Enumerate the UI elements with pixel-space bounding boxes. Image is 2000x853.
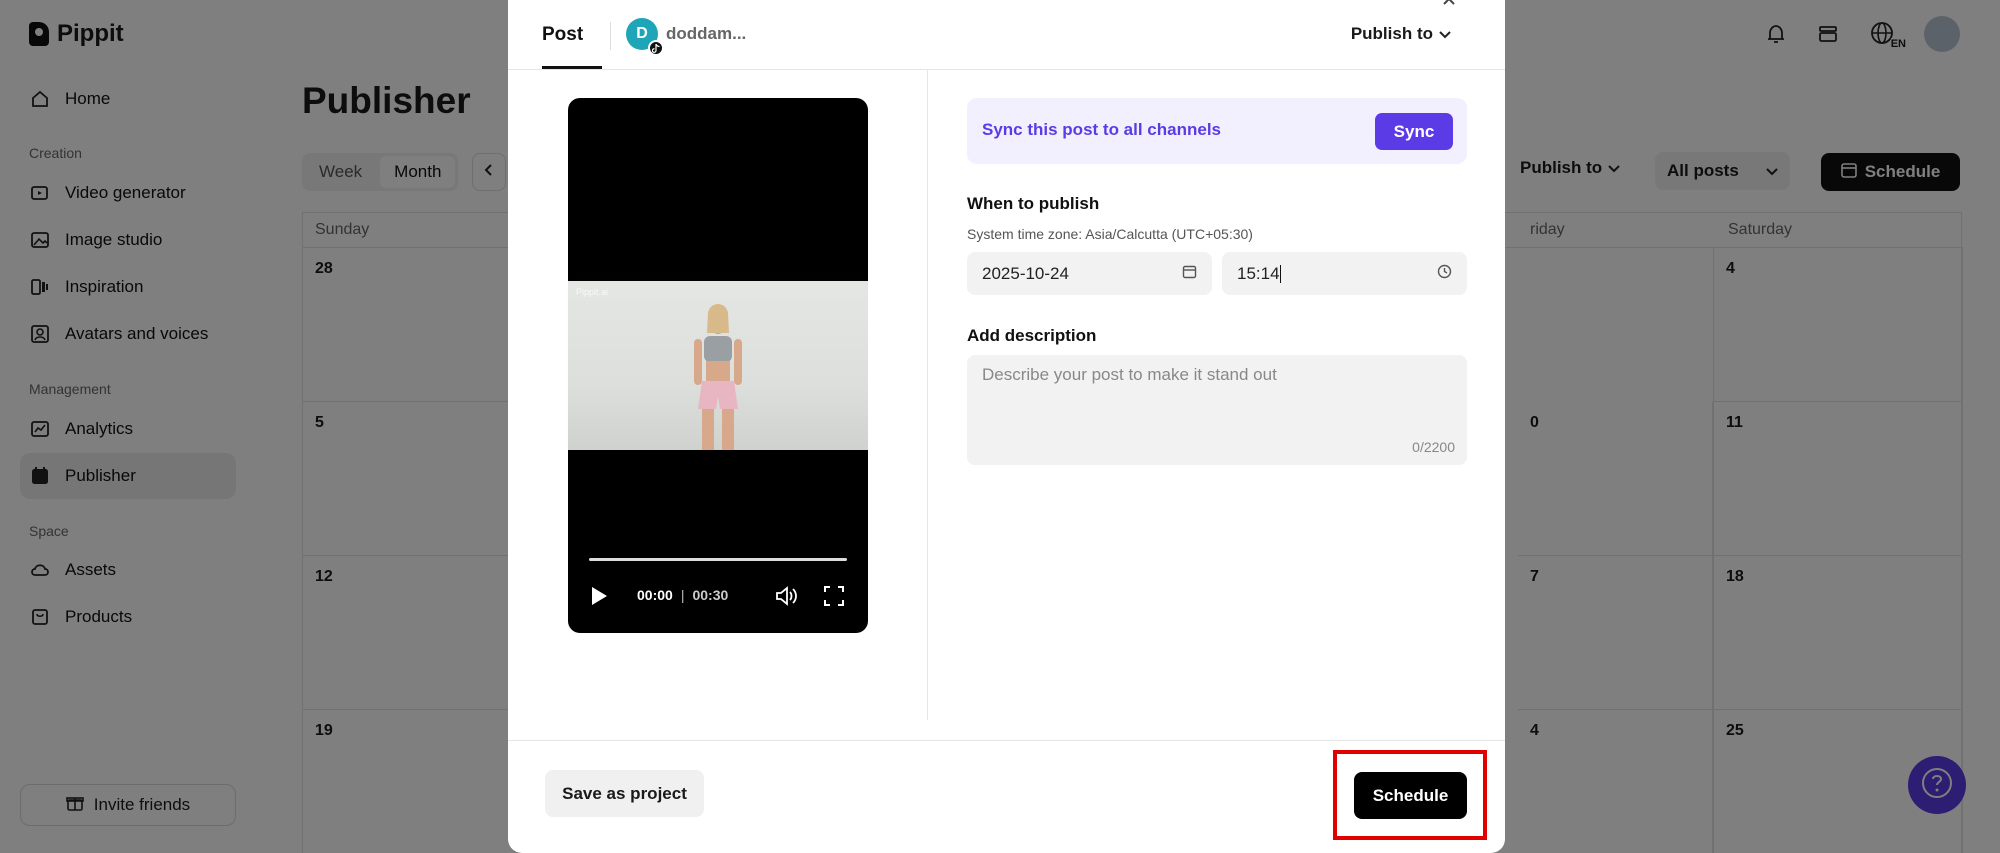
tiktok-icon <box>648 40 664 56</box>
highlight-box <box>1333 750 1487 840</box>
sync-banner: Sync this post to all channels Sync <box>967 98 1467 164</box>
sync-button[interactable]: Sync <box>1375 113 1453 150</box>
current-time: 00:00 <box>637 587 673 603</box>
video-preview-pane: Pippit.ai 00:00 | 00:30 <box>508 70 928 720</box>
tab-active-indicator <box>542 66 602 69</box>
when-to-publish-label: When to publish <box>967 194 1100 213</box>
char-counter: 0/2200 <box>1412 439 1455 455</box>
description-placeholder: Describe your post to make it stand out <box>982 365 1277 384</box>
description-input[interactable]: Describe your post to make it stand out … <box>967 355 1467 465</box>
timezone-text: System time zone: Asia/Calcutta (UTC+05:… <box>967 226 1253 242</box>
time-text: 15:14 <box>1237 263 1280 283</box>
tab-channel[interactable]: D doddam... <box>626 18 747 56</box>
time-picker[interactable]: 15:14 <box>1222 252 1467 295</box>
duration: 00:30 <box>692 587 729 603</box>
schedule-post-modal: Post D doddam... Publish to Pippit.ai 00… <box>508 0 1505 853</box>
post-settings-pane: Sync this post to all channels Sync When… <box>928 70 1505 720</box>
divider <box>610 22 611 50</box>
date-picker[interactable]: 2025-10-24 <box>967 252 1212 295</box>
modal-tabbar: Post D doddam... Publish to <box>508 0 1505 70</box>
channel-initial: D <box>636 25 648 42</box>
clock-icon <box>1437 264 1452 284</box>
video-time: 00:00 | 00:30 <box>637 587 728 603</box>
fullscreen-icon[interactable] <box>823 585 845 607</box>
text-cursor <box>1279 265 1281 284</box>
tab-post[interactable]: Post <box>542 24 583 46</box>
volume-icon[interactable] <box>775 585 799 607</box>
play-icon[interactable] <box>589 585 609 607</box>
date-value: 2025-10-24 <box>982 263 1069 283</box>
chevron-down-icon <box>1439 24 1451 44</box>
channel-name: doddam... <box>666 24 747 43</box>
channel-avatar: D <box>626 18 664 56</box>
publish-to-dropdown[interactable]: Publish to <box>1351 24 1451 44</box>
time-separator: | <box>680 587 685 603</box>
calendar-icon <box>1182 264 1197 284</box>
save-as-project-button[interactable]: Save as project <box>545 770 704 817</box>
video-progress-bar[interactable] <box>589 558 847 561</box>
video-frame: Pippit.ai <box>568 281 868 450</box>
time-value: 15:14 <box>1237 264 1281 284</box>
add-description-label: Add description <box>967 326 1097 345</box>
video-player[interactable]: Pippit.ai 00:00 | 00:30 <box>568 98 868 633</box>
sync-text: Sync this post to all channels <box>982 120 1221 139</box>
video-thumbnail-figure <box>694 304 742 450</box>
publish-to-label: Publish to <box>1350 24 1433 43</box>
